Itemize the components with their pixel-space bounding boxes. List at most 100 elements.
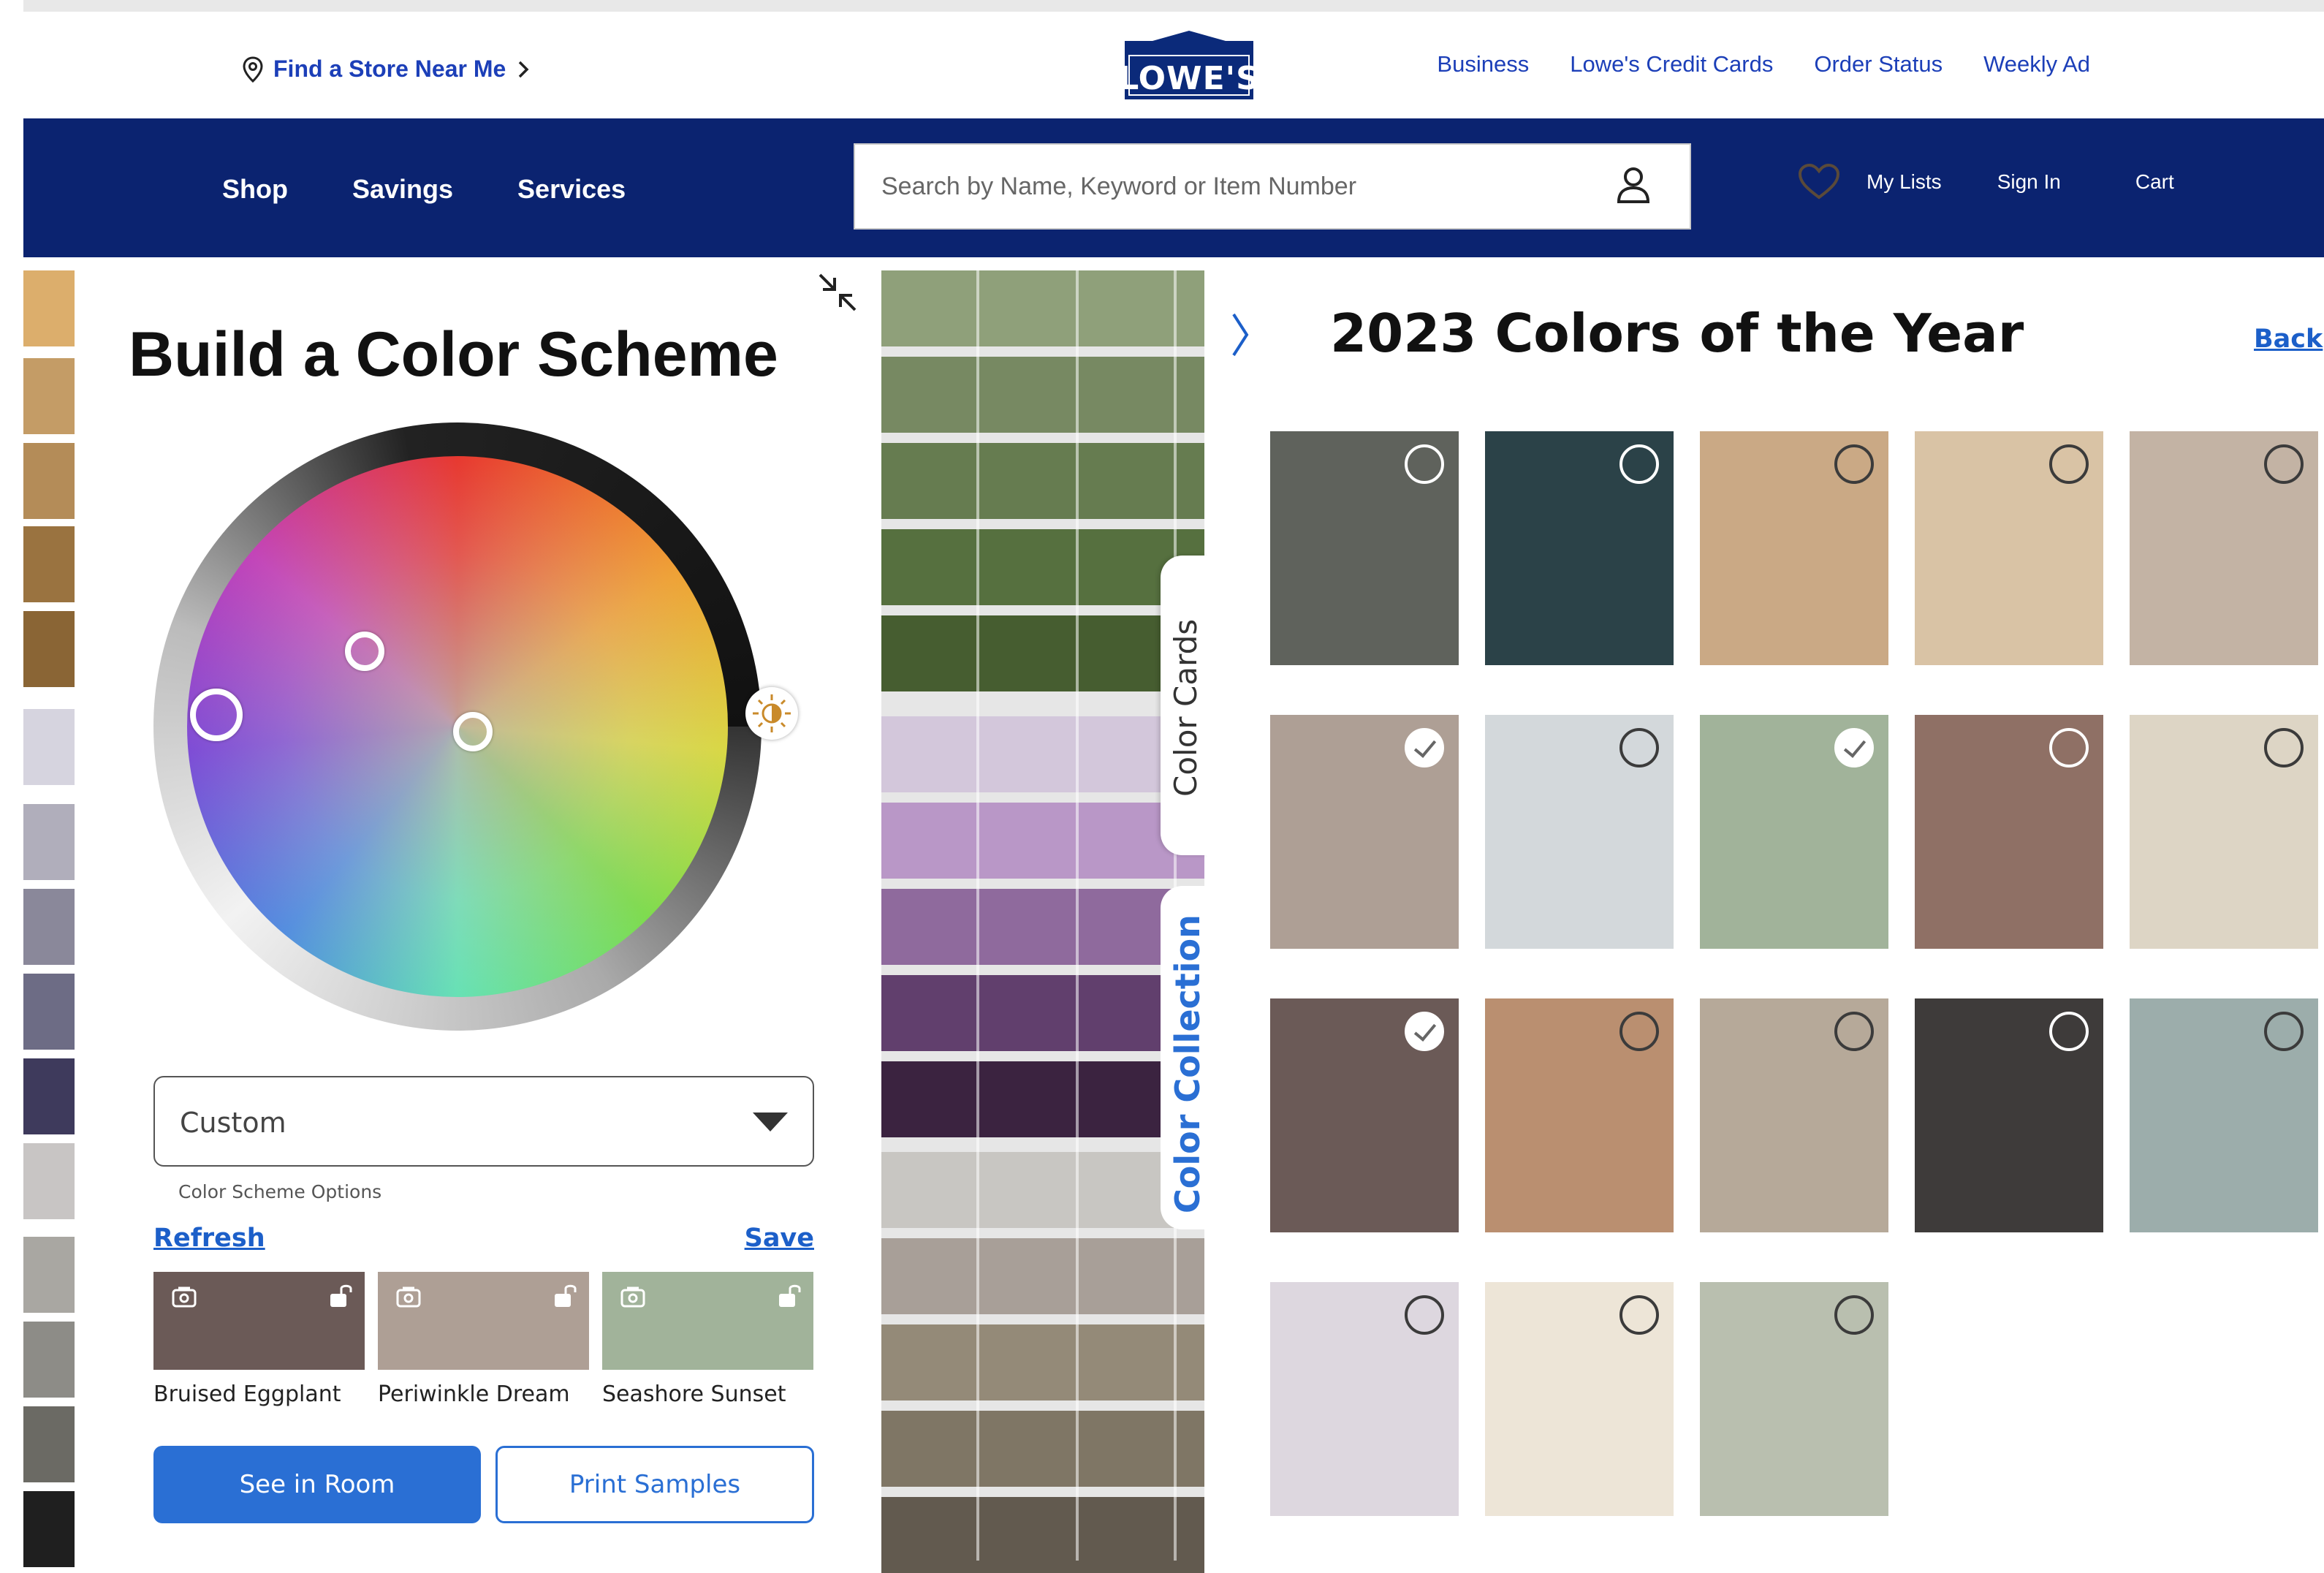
color-swatch-tile[interactable]	[1270, 998, 1459, 1232]
left-strip-swatch[interactable]	[23, 1322, 75, 1398]
unlock-icon[interactable]	[552, 1282, 577, 1310]
left-strip-swatch[interactable]	[23, 889, 75, 965]
user-icon[interactable]	[1617, 167, 1650, 205]
sign-in-link[interactable]: Sign In	[1997, 170, 2061, 194]
color-collection-tab[interactable]: Color Collection	[1161, 886, 1207, 1229]
find-store-link[interactable]: Find a Store Near Me	[243, 56, 531, 83]
color-card-chip[interactable]	[881, 357, 1204, 433]
chevron-right-icon[interactable]	[1229, 311, 1251, 358]
wheel-handle-1[interactable]	[190, 689, 243, 741]
my-lists-link[interactable]: My Lists	[1867, 170, 1942, 194]
select-circle-icon[interactable]	[2264, 444, 2304, 484]
color-swatch-tile[interactable]	[2130, 998, 2318, 1232]
view-icon[interactable]	[620, 1285, 646, 1308]
select-circle-icon[interactable]	[1405, 444, 1444, 484]
heart-icon[interactable]	[1798, 164, 1840, 200]
nav-services[interactable]: Services	[517, 174, 626, 205]
checked-circle-icon[interactable]	[1405, 1012, 1444, 1051]
color-swatch-tile[interactable]	[2130, 715, 2318, 949]
color-card-chip[interactable]	[881, 1152, 1204, 1228]
color-card-chip[interactable]	[881, 529, 1204, 605]
left-strip-swatch[interactable]	[23, 804, 75, 880]
save-link[interactable]: Save	[745, 1224, 814, 1253]
color-swatch-tile[interactable]	[1270, 715, 1459, 949]
view-icon[interactable]	[171, 1285, 197, 1308]
color-swatch-tile[interactable]	[1915, 715, 2103, 949]
selected-color-swatch[interactable]	[153, 1272, 365, 1370]
color-cards-tab[interactable]: Color Cards	[1161, 556, 1207, 855]
color-wheel[interactable]	[153, 422, 798, 1031]
collapse-icon[interactable]	[816, 270, 859, 314]
search-input[interactable]	[880, 145, 1581, 228]
wheel-handle-3[interactable]	[453, 712, 493, 751]
color-card-chip[interactable]	[881, 716, 1204, 792]
cart-link[interactable]: Cart	[2135, 170, 2174, 194]
color-swatch-tile[interactable]	[1270, 431, 1459, 665]
left-strip-swatch[interactable]	[23, 526, 75, 602]
left-strip-swatch[interactable]	[23, 1406, 75, 1482]
left-strip-swatch[interactable]	[23, 974, 75, 1050]
nav-savings[interactable]: Savings	[352, 174, 453, 205]
selected-color-card[interactable]: Seashore Sunset	[602, 1272, 813, 1407]
checked-circle-icon[interactable]	[1834, 728, 1874, 767]
back-link[interactable]: Back	[2254, 325, 2323, 354]
color-swatch-tile[interactable]	[2130, 431, 2318, 665]
select-circle-icon[interactable]	[1834, 444, 1874, 484]
color-swatch-tile[interactable]	[1700, 998, 1888, 1232]
left-strip-swatch[interactable]	[23, 1491, 75, 1567]
credit-cards-link[interactable]: Lowe's Credit Cards	[1570, 51, 1773, 77]
order-status-link[interactable]: Order Status	[1814, 51, 1943, 77]
left-strip-swatch[interactable]	[23, 270, 75, 346]
unlock-icon[interactable]	[777, 1282, 802, 1310]
color-swatch-tile[interactable]	[1485, 1282, 1674, 1516]
select-circle-icon[interactable]	[1834, 1012, 1874, 1051]
select-circle-icon[interactable]	[2264, 1012, 2304, 1051]
print-samples-button[interactable]: Print Samples	[495, 1446, 814, 1523]
select-circle-icon[interactable]	[2264, 728, 2304, 767]
color-card-chip[interactable]	[881, 1238, 1204, 1314]
selected-color-card[interactable]: Periwinkle Dream	[378, 1272, 589, 1407]
left-strip-swatch[interactable]	[23, 443, 75, 519]
scheme-select[interactable]: Custom	[153, 1076, 814, 1167]
left-strip-swatch[interactable]	[23, 1237, 75, 1313]
select-circle-icon[interactable]	[2049, 728, 2089, 767]
color-card-chip[interactable]	[881, 975, 1204, 1051]
select-circle-icon[interactable]	[2049, 444, 2089, 484]
select-circle-icon[interactable]	[1619, 728, 1659, 767]
left-strip-swatch[interactable]	[23, 709, 75, 785]
select-circle-icon[interactable]	[1619, 1012, 1659, 1051]
color-card-chip[interactable]	[881, 1411, 1204, 1487]
color-swatch-tile[interactable]	[1270, 1282, 1459, 1516]
select-circle-icon[interactable]	[1619, 1295, 1659, 1335]
color-swatch-tile[interactable]	[1485, 715, 1674, 949]
see-in-room-button[interactable]: See in Room	[153, 1446, 481, 1523]
wheel-handle-2[interactable]	[345, 632, 384, 671]
color-swatch-tile[interactable]	[1700, 715, 1888, 949]
color-swatch-tile[interactable]	[1915, 998, 2103, 1232]
checked-circle-icon[interactable]	[1405, 728, 1444, 767]
color-card-chip[interactable]	[881, 1061, 1204, 1137]
select-circle-icon[interactable]	[1834, 1295, 1874, 1335]
lowes-logo[interactable]: LOWE'S	[1116, 31, 1262, 99]
color-card-chip[interactable]	[881, 443, 1204, 519]
color-card-chip[interactable]	[881, 889, 1204, 965]
color-swatch-tile[interactable]	[1700, 431, 1888, 665]
color-swatch-tile[interactable]	[1485, 998, 1674, 1232]
business-link[interactable]: Business	[1437, 51, 1529, 77]
color-card-chip[interactable]	[881, 615, 1204, 691]
left-strip-swatch[interactable]	[23, 1143, 75, 1219]
selected-color-swatch[interactable]	[378, 1272, 589, 1370]
refresh-link[interactable]: Refresh	[153, 1224, 265, 1253]
select-circle-icon[interactable]	[2049, 1012, 2089, 1051]
color-swatch-tile[interactable]	[1915, 431, 2103, 665]
left-strip-swatch[interactable]	[23, 358, 75, 434]
view-icon[interactable]	[395, 1285, 422, 1308]
color-card-chip[interactable]	[881, 1324, 1204, 1400]
color-swatch-tile[interactable]	[1700, 1282, 1888, 1516]
color-swatch-tile[interactable]	[1485, 431, 1674, 665]
weekly-ad-link[interactable]: Weekly Ad	[1983, 51, 2090, 77]
nav-shop[interactable]: Shop	[222, 174, 288, 205]
left-strip-swatch[interactable]	[23, 1058, 75, 1134]
color-card-chip[interactable]	[881, 270, 1204, 346]
selected-color-swatch[interactable]	[602, 1272, 813, 1370]
